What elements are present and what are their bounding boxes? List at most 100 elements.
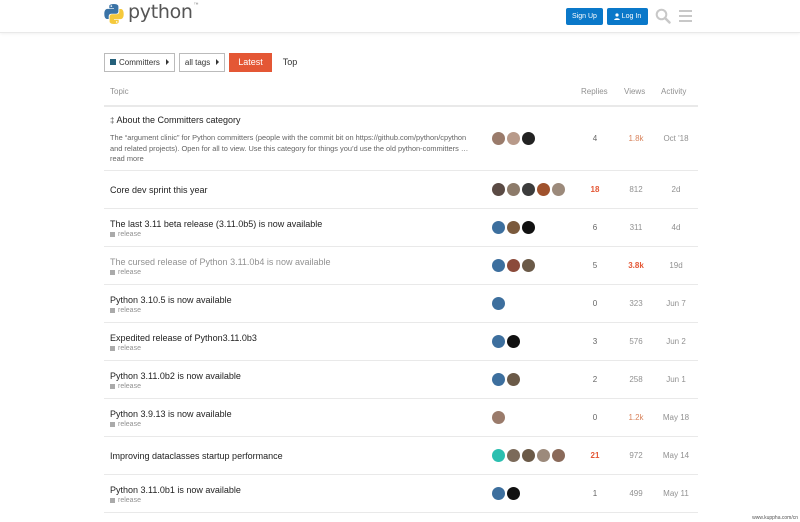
replies-count: 3 (592, 337, 598, 346)
topic-title-link[interactable]: The cursed release of Python 3.11.0b4 is… (110, 257, 330, 267)
topic-title-text: Expedited release of Python3.11.0b3 (110, 333, 257, 343)
poster-avatar[interactable] (492, 297, 505, 310)
activity-time-link[interactable]: 19d (655, 261, 697, 270)
poster-avatar[interactable] (537, 183, 550, 196)
topic-row[interactable]: Core dev sprint this year 18 812 2d (104, 171, 698, 209)
poster-avatar[interactable] (507, 487, 520, 500)
poster-avatar[interactable] (507, 183, 520, 196)
poster-avatar[interactable] (507, 449, 520, 462)
poster-avatar[interactable] (522, 132, 535, 145)
column-activity[interactable]: Activity (661, 87, 686, 96)
topic-tag-label: release (118, 421, 141, 428)
topic-title-text: Improving dataclasses startup performanc… (110, 451, 283, 461)
activity-time-link[interactable]: Jun 7 (655, 299, 697, 308)
topic-tag[interactable]: release (110, 497, 141, 504)
topic-tag[interactable]: release (110, 421, 141, 428)
topic-tag[interactable]: release (110, 383, 141, 390)
sign-up-button[interactable]: Sign Up (566, 8, 603, 25)
activity-time-link[interactable]: 4d (655, 223, 697, 232)
activity-time-link[interactable]: Oct '18 (655, 134, 697, 143)
poster-avatar[interactable] (492, 449, 505, 462)
column-views[interactable]: Views (624, 87, 645, 96)
poster-avatars (492, 183, 565, 196)
category-dropdown[interactable]: Committers (104, 52, 175, 72)
tag-color-swatch (110, 422, 115, 427)
topic-tag[interactable]: release (110, 345, 141, 352)
poster-avatar[interactable] (492, 373, 505, 386)
tab-latest[interactable]: Latest (229, 52, 272, 72)
views-count: 323 (629, 299, 643, 308)
topic-row[interactable]: ‡ About the Committers category The “argum… (104, 107, 698, 171)
topic-row[interactable]: The last 3.11 beta release (3.11.0b5) is… (104, 209, 698, 247)
activity-time-link[interactable]: 2d (655, 185, 697, 194)
views-count: 311 (629, 223, 643, 232)
tab-top[interactable]: Top (280, 57, 301, 67)
topic-title-text: About the Committers category (116, 115, 241, 125)
poster-avatar[interactable] (492, 411, 505, 424)
topic-filter-bar: Committers all tags Latest Top (104, 52, 300, 72)
poster-avatar[interactable] (492, 183, 505, 196)
poster-avatar[interactable] (492, 487, 505, 500)
poster-avatar[interactable] (492, 132, 505, 145)
topic-title-link[interactable]: Python 3.11.0b1 is now available (110, 485, 241, 495)
watermark: www.kuppha.com/cn (752, 515, 798, 521)
topic-tag[interactable]: release (110, 269, 141, 276)
topic-title-link[interactable]: Expedited release of Python3.11.0b3 (110, 333, 257, 343)
search-icon[interactable] (655, 8, 671, 24)
tag-color-swatch (110, 498, 115, 503)
poster-avatar[interactable] (522, 183, 535, 196)
hamburger-menu-icon[interactable] (678, 8, 693, 24)
topic-row[interactable]: Python 3.10.5 is now available release 0 32… (104, 285, 698, 323)
column-topic[interactable]: Topic (110, 87, 129, 96)
topic-tag-label: release (118, 497, 141, 504)
topic-row[interactable]: Python 3.11.0b1 is now available release 1… (104, 475, 698, 513)
topic-title-link[interactable]: ‡ About the Committers category (110, 115, 241, 125)
poster-avatar[interactable] (522, 221, 535, 234)
activity-time-link[interactable]: May 14 (655, 451, 697, 460)
topic-tag[interactable]: release (110, 307, 141, 314)
topic-title-link[interactable]: Python 3.11.0b2 is now available (110, 371, 241, 381)
poster-avatar[interactable] (537, 449, 550, 462)
column-replies[interactable]: Replies (581, 87, 608, 96)
poster-avatar[interactable] (522, 259, 535, 272)
topic-row[interactable]: Expedited release of Python3.11.0b3 relea… (104, 323, 698, 361)
trademark-mark: ™ (193, 2, 199, 8)
poster-avatars (492, 297, 505, 310)
log-in-button[interactable]: Log In (607, 8, 648, 25)
poster-avatar[interactable] (507, 132, 520, 145)
poster-avatar[interactable] (492, 259, 505, 272)
activity-time-link[interactable]: May 18 (655, 413, 697, 422)
activity-time-link[interactable]: Jun 1 (655, 375, 697, 384)
topic-row[interactable]: Improving dataclasses startup performanc… (104, 437, 698, 475)
replies-count: 21 (590, 451, 600, 460)
replies-count: 0 (592, 413, 598, 422)
replies-count: 6 (592, 223, 598, 232)
topic-title-link[interactable]: Core dev sprint this year (110, 185, 208, 195)
poster-avatar[interactable] (552, 449, 565, 462)
poster-avatar[interactable] (552, 183, 565, 196)
pin-icon: ‡ (110, 116, 115, 125)
topic-row[interactable]: The cursed release of Python 3.11.0b4 is… (104, 247, 698, 285)
poster-avatar[interactable] (492, 335, 505, 348)
topic-title-link[interactable]: Improving dataclasses startup performanc… (110, 451, 283, 461)
topic-row[interactable]: Python 3.11.0b2 is now available release 2… (104, 361, 698, 399)
topic-title-link[interactable]: Python 3.10.5 is now available (110, 295, 232, 305)
activity-time-link[interactable]: Jun 2 (655, 337, 697, 346)
activity-time-link[interactable]: May 11 (655, 489, 697, 498)
topic-tag[interactable]: release (110, 231, 141, 238)
topic-row[interactable]: Python 3.9.13 is now available release 0 1.… (104, 399, 698, 437)
poster-avatar[interactable] (492, 221, 505, 234)
poster-avatar[interactable] (507, 373, 520, 386)
poster-avatar[interactable] (507, 259, 520, 272)
poster-avatar[interactable] (507, 335, 520, 348)
replies-count: 1 (592, 489, 598, 498)
poster-avatar[interactable] (522, 449, 535, 462)
tag-color-swatch (110, 232, 115, 237)
tags-dropdown[interactable]: all tags (178, 52, 226, 72)
topic-title-link[interactable]: The last 3.11 beta release (3.11.0b5) is… (110, 219, 322, 229)
poster-avatar[interactable] (507, 221, 520, 234)
python-logo[interactable]: python ™ (103, 1, 199, 25)
replies-count: 5 (592, 261, 598, 270)
topic-title-link[interactable]: Python 3.9.13 is now available (110, 409, 232, 419)
topic-title-text: Python 3.9.13 is now available (110, 409, 232, 419)
